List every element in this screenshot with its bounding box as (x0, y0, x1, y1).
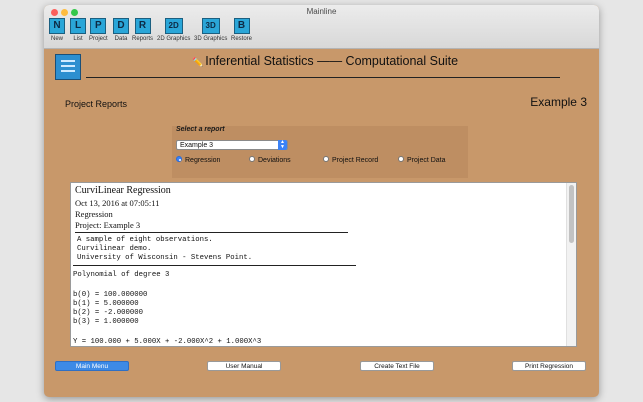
radio-unchecked-icon (249, 156, 255, 163)
report-scrollbar[interactable] (566, 183, 576, 346)
radio-project-record[interactable]: Project Record (323, 156, 379, 164)
chevron-updown-icon: ▲ ▼ (278, 140, 287, 150)
pencil-icon: ✏️ (192, 57, 204, 67)
scrollbar-thumb[interactable] (569, 185, 574, 243)
radio-project-data[interactable]: Project Data (398, 156, 446, 164)
app-logo-icon (55, 54, 81, 80)
toolbar-restore-label: Restore (231, 36, 253, 42)
radio-unchecked-icon (323, 156, 329, 163)
toolbar-project-label: Project (89, 36, 108, 42)
data-icon: D (113, 18, 129, 34)
toolbar-list-button[interactable]: L List (70, 18, 86, 42)
radio-project-data-label: Project Data (407, 157, 446, 164)
report-project: Project: Example 3 (75, 220, 141, 230)
report-coefficient: b(3) = 1.000000 (73, 318, 139, 326)
report-divider (75, 232, 348, 233)
2d-graphics-icon: 2D (164, 18, 183, 34)
report-text-area[interactable]: CurviLinear Regression Oct 13, 2016 at 0… (70, 182, 577, 347)
report-type: Regression (75, 209, 113, 219)
toolbar-new-label: New (50, 36, 63, 42)
section-title: Project Reports (65, 99, 128, 109)
toolbar-3d-graphics-button[interactable]: 3D 3D Graphics (194, 18, 227, 42)
user-manual-button[interactable]: User Manual (207, 361, 281, 371)
window-title: Mainline (306, 7, 337, 16)
report-select-value: Example 3 (180, 142, 214, 149)
toolbar-2d-graphics-label: 2D Graphics (157, 36, 191, 42)
project-icon: P (90, 18, 107, 34)
report-select[interactable]: Example 3 ▲ ▼ (176, 140, 288, 150)
select-report-label: Select a report (176, 126, 225, 133)
report-date: Oct 13, 2016 at 07:05:11 (75, 198, 160, 208)
app-title-text: Inferential Statistics —— Computational … (205, 54, 459, 68)
app-title: ✏️ Inferential Statistics —— Computationa… (192, 54, 458, 68)
print-regression-button[interactable]: Print Regression (512, 361, 586, 371)
report-divider (73, 265, 356, 266)
radio-checked-icon (176, 156, 182, 163)
new-icon: N (49, 18, 65, 34)
create-text-file-button[interactable]: Create Text File (360, 361, 434, 371)
report-coefficient: b(2) = -2.000000 (73, 309, 144, 317)
report-equation: Y = 100.000 + 5.000X + -2.000X^2 + 1.000… (73, 338, 262, 346)
toolbar-new-button[interactable]: N New (49, 18, 65, 42)
radio-deviations[interactable]: Deviations (249, 156, 291, 164)
report-description-line: A sample of eight observations. (77, 236, 213, 244)
toolbar-data-button[interactable]: D Data (113, 18, 129, 42)
toolbar-data-label: Data (114, 36, 128, 42)
toolbar-reports-button[interactable]: R Reports (132, 18, 153, 42)
toolbar-project-button[interactable]: P Project (89, 18, 108, 42)
report-description-line: Curvilinear demo. (77, 245, 152, 253)
title-divider (86, 77, 560, 78)
restore-icon: B (233, 18, 250, 34)
radio-regression[interactable]: Regression (176, 156, 221, 164)
radio-regression-label: Regression (185, 157, 221, 164)
project-name: Example 3 (530, 95, 587, 109)
report-coefficient: b(1) = 5.000000 (73, 300, 139, 308)
radio-unchecked-icon (398, 156, 404, 163)
title-bar: Mainline N New L List P Project D Data R… (44, 5, 599, 49)
report-title: CurviLinear Regression (75, 185, 171, 196)
main-window: Mainline N New L List P Project D Data R… (44, 5, 599, 397)
list-icon: L (70, 18, 86, 34)
report-selector-panel: Select a report Example 3 ▲ ▼ Regression … (172, 126, 468, 178)
reports-icon: R (134, 18, 151, 34)
main-menu-button[interactable]: Main Menu (55, 361, 129, 371)
report-coefficient: b(0) = 100.000000 (73, 291, 148, 299)
report-description-line: University of Wisconsin - Stevens Point. (77, 254, 253, 262)
toolbar-2d-graphics-button[interactable]: 2D 2D Graphics (157, 18, 190, 42)
toolbar-3d-graphics-label: 3D Graphics (194, 36, 228, 42)
toolbar-restore-button[interactable]: B Restore (231, 18, 252, 42)
3d-graphics-icon: 3D (201, 18, 220, 34)
toolbar-reports-label: Reports (132, 36, 154, 42)
report-polynomial: Polynomial of degree 3 (73, 271, 170, 279)
toolbar-list-label: List (73, 36, 83, 42)
radio-deviations-label: Deviations (258, 157, 291, 164)
radio-project-record-label: Project Record (332, 157, 379, 164)
